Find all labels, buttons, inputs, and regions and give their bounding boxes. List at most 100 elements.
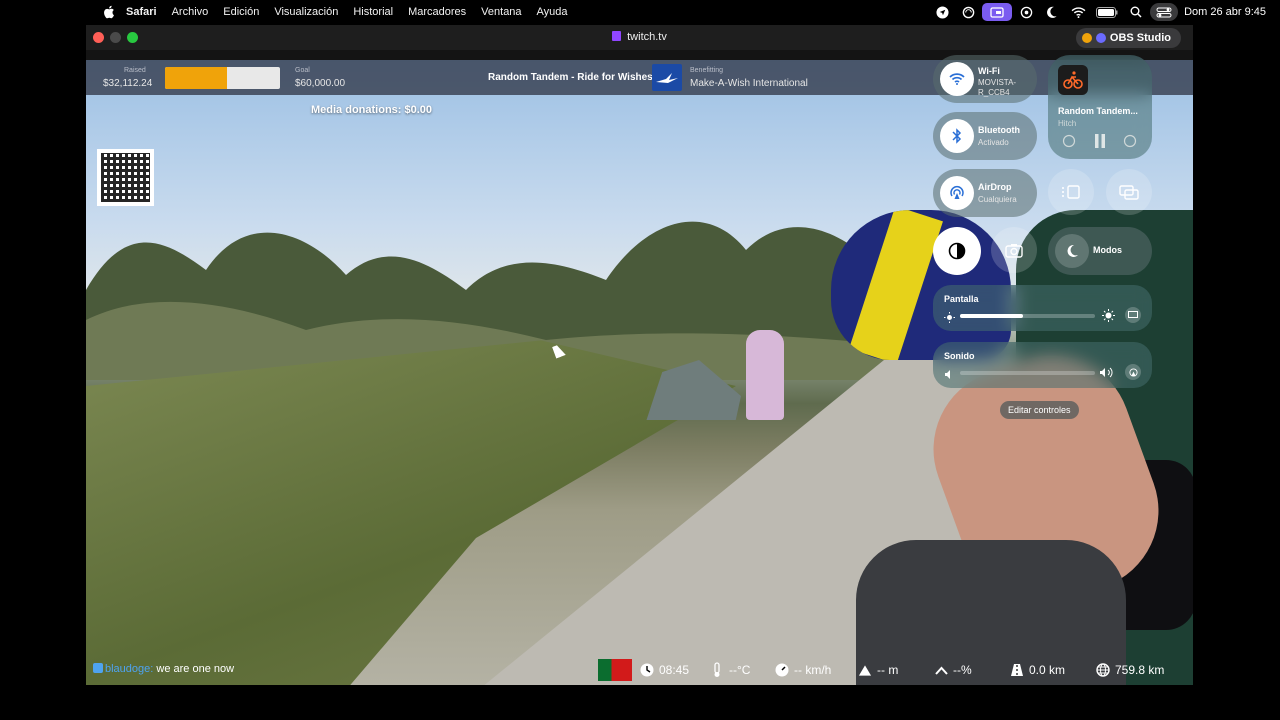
skip-back-icon[interactable] xyxy=(1062,134,1076,153)
raised-value: $32,112.24 xyxy=(103,78,153,89)
now-playing-title: Random Tandem... xyxy=(1058,106,1138,116)
focus-modes-tile[interactable]: Modos xyxy=(1048,227,1152,275)
menubar-clock[interactable]: Dom 26 abr 9:45 xyxy=(1184,6,1266,18)
sync-icon[interactable] xyxy=(956,0,980,24)
menu-historial[interactable]: Historial xyxy=(353,6,393,18)
airdrop-status: Cualquiera xyxy=(978,195,1017,204)
bluetooth-tile[interactable]: Bluetooth Activado xyxy=(933,112,1037,160)
battery-icon[interactable] xyxy=(1092,0,1122,24)
display-settings-icon[interactable] xyxy=(1125,307,1141,323)
airplay-audio-icon[interactable] xyxy=(1125,364,1141,380)
volume-slider[interactable] xyxy=(960,371,1095,375)
bluetooth-status: Activado xyxy=(978,138,1009,147)
location-arrow-icon[interactable] xyxy=(930,0,954,24)
donation-qr-code xyxy=(97,149,154,206)
globe-icon xyxy=(1096,663,1110,677)
display-brightness-tile: Pantalla xyxy=(933,285,1152,331)
screen-record-icon[interactable] xyxy=(982,3,1013,21)
skip-forward-icon[interactable] xyxy=(1123,134,1137,153)
airdrop-toggle-icon[interactable] xyxy=(940,176,974,210)
recording-indicator-icon xyxy=(1081,33,1092,43)
chatgpt-icon[interactable] xyxy=(1014,0,1038,24)
stat-temperature-value: --°C xyxy=(729,663,751,677)
apple-icon[interactable] xyxy=(102,5,116,19)
address-bar[interactable]: twitch.tv xyxy=(86,31,1193,43)
now-playing-tile[interactable]: Random Tandem... Hitch xyxy=(1048,55,1152,159)
chat-message: blaudoge: we are one now xyxy=(93,663,234,675)
pause-icon[interactable] xyxy=(1093,133,1107,154)
wifi-icon[interactable] xyxy=(1066,0,1090,24)
media-donations: Media donations: $0.00 xyxy=(311,104,433,116)
raised-label: Raised xyxy=(124,67,146,74)
raised-progress-fill xyxy=(165,67,227,89)
stat-time: 08:45 xyxy=(640,663,689,677)
stream-title: Random Tandem - Ride for Wishes xyxy=(488,72,653,83)
brightness-low-icon xyxy=(944,310,955,328)
url-text: twitch.tv xyxy=(627,31,667,43)
stage-manager-icon[interactable] xyxy=(1048,169,1094,215)
album-art-bike-icon xyxy=(1058,65,1088,95)
make-a-wish-logo xyxy=(652,64,682,91)
speedometer-icon xyxy=(775,663,789,677)
menu-ventana[interactable]: Ventana xyxy=(481,6,521,18)
control-center-icon[interactable] xyxy=(1150,3,1179,21)
bluetooth-toggle-icon[interactable] xyxy=(940,119,974,153)
screenshot-camera-icon[interactable] xyxy=(991,227,1037,273)
wifi-network: MOVISTA-R_CCB4 xyxy=(978,78,1017,97)
menu-marcadores[interactable]: Marcadores xyxy=(408,6,466,18)
stat-speed-value: -- km/h xyxy=(794,663,832,677)
obs-icon xyxy=(1095,33,1106,43)
sound-volume-tile: Sonido xyxy=(933,342,1152,388)
benefitting-label: Benefitting xyxy=(690,67,724,74)
road-icon xyxy=(1010,663,1024,677)
stat-distance-total: 759.8 km xyxy=(1096,663,1164,677)
brightness-high-icon xyxy=(1102,309,1115,327)
menu-app-safari[interactable]: Safari xyxy=(126,6,157,18)
stat-distance-today-value: 0.0 km xyxy=(1029,663,1066,677)
airdrop-label: AirDrop xyxy=(978,182,1012,192)
moon-icon xyxy=(1055,234,1089,268)
stat-distance-total-value: 759.8 km xyxy=(1115,663,1165,677)
stat-temperature: --°C xyxy=(710,662,751,677)
airdrop-tile[interactable]: AirDrop Cualquiera xyxy=(933,169,1037,217)
title-bar: twitch.tv OBS Studio xyxy=(86,25,1193,50)
wifi-toggle-icon[interactable] xyxy=(940,62,974,96)
ride-stats-bar: blaudoge: we are one now 08:45 --°C -- k… xyxy=(86,655,1193,685)
stat-grade: --% xyxy=(934,663,972,677)
clock-icon xyxy=(640,663,654,677)
stat-elevation: -- m xyxy=(858,663,898,677)
brightness-slider[interactable] xyxy=(960,314,1095,318)
raised-progress-bar xyxy=(165,67,280,89)
display-label: Pantalla xyxy=(944,294,979,304)
chat-user-icon xyxy=(93,663,103,673)
stat-elevation-value: -- m xyxy=(877,663,899,677)
menu-bar: Safari Archivo Edición Visualización His… xyxy=(0,0,1280,24)
menu-edicion[interactable]: Edición xyxy=(223,6,259,18)
chat-text: we are one now xyxy=(156,663,235,675)
thermometer-icon xyxy=(710,662,724,677)
obs-label: OBS Studio xyxy=(1109,32,1171,44)
benefitting-value: Make-A-Wish International xyxy=(690,78,808,89)
menu-archivo[interactable]: Archivo xyxy=(172,6,209,18)
wifi-tile[interactable]: Wi-Fi MOVISTA-R_CCB4 xyxy=(933,55,1037,103)
focus-moon-icon[interactable] xyxy=(1040,0,1064,24)
chat-username: blaudoge: xyxy=(105,663,154,675)
obs-studio-pill[interactable]: OBS Studio xyxy=(1075,28,1181,48)
menu-ayuda[interactable]: Ayuda xyxy=(537,6,568,18)
goal-value: $60,000.00 xyxy=(295,78,346,89)
mountain-icon xyxy=(858,663,872,677)
edit-controls-button[interactable]: Editar controles xyxy=(1000,401,1079,419)
dark-mode-icon[interactable] xyxy=(933,227,981,275)
screen-mirroring-icon[interactable] xyxy=(1106,169,1152,215)
speaker-high-icon xyxy=(1099,366,1115,384)
grade-chevron-icon xyxy=(934,663,948,677)
menu-visualizacion[interactable]: Visualización xyxy=(274,6,338,18)
stat-time-value: 08:45 xyxy=(659,663,690,677)
goal-label: Goal xyxy=(295,67,310,74)
focus-modes-label: Modos xyxy=(1093,245,1122,255)
search-icon[interactable] xyxy=(1124,0,1148,24)
stat-speed: -- km/h xyxy=(775,663,831,677)
bluetooth-label: Bluetooth xyxy=(978,125,1020,135)
stat-distance-today: 0.0 km xyxy=(1010,663,1065,677)
wifi-label: Wi-Fi xyxy=(978,66,1000,76)
